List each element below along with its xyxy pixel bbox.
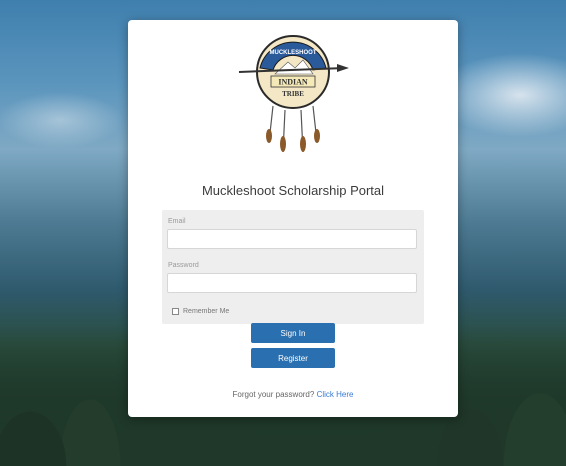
email-label: Email (168, 218, 186, 225)
logo-bottom-text: TRIBE (282, 90, 304, 98)
password-label: Password (168, 262, 199, 269)
click-here-link[interactable]: Click Here (317, 390, 354, 399)
password-field[interactable] (167, 273, 417, 293)
remember-me-checkbox[interactable] (172, 308, 179, 315)
register-button[interactable]: Register (251, 348, 335, 368)
forgot-password-text: Forgot your password? (232, 390, 315, 399)
logo-middle-text: INDIAN (278, 78, 308, 87)
sign-in-button[interactable]: Sign In (251, 323, 335, 343)
remember-me-label: Remember Me (183, 308, 230, 315)
login-form: Email Password Remember Me (162, 210, 424, 324)
email-field[interactable] (167, 229, 417, 249)
portal-title: Muckleshoot Scholarship Portal (201, 183, 385, 198)
muckleshoot-dreamcatcher-logo: MUCKLESHOOT INDIAN TRIBE (238, 35, 349, 153)
login-card: MUCKLESHOOT INDIAN TRIBE Muckleshoot Sch… (128, 20, 458, 417)
forgot-password-row: Forgot your password? Click Here (128, 390, 458, 399)
remember-me-row[interactable]: Remember Me (172, 308, 229, 315)
logo-top-text: MUCKLESHOOT (270, 50, 317, 56)
